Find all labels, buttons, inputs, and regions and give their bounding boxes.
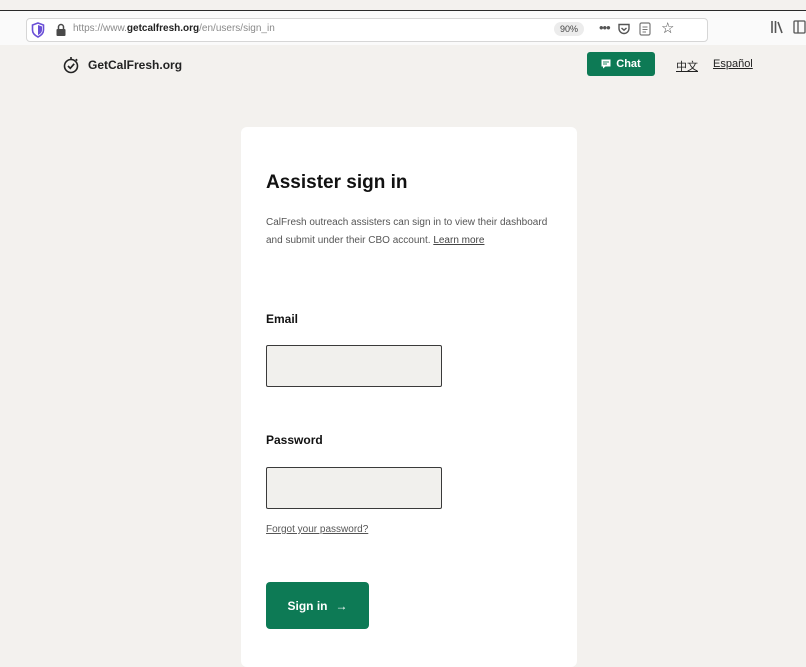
- sign-in-description: CalFresh outreach assisters can sign in …: [266, 214, 558, 250]
- site-logo[interactable]: GetCalFresh.org: [62, 56, 182, 74]
- chat-button[interactable]: Chat: [587, 52, 655, 76]
- sign-in-button-label: Sign in: [287, 598, 328, 613]
- learn-more-link[interactable]: Learn more: [433, 235, 484, 246]
- language-chinese-link[interactable]: 中文: [676, 58, 698, 74]
- stopwatch-check-icon: [63, 57, 79, 74]
- logo-text: GetCalFresh.org: [88, 58, 183, 72]
- chat-bubble-icon: [601, 59, 611, 69]
- email-field[interactable]: [266, 345, 442, 387]
- pocket-icon[interactable]: [617, 22, 631, 36]
- url-text[interactable]: https://www.getcalfresh.org/en/users/sig…: [73, 23, 275, 34]
- arrow-right-icon: →: [335, 598, 348, 613]
- page-actions-more-icon[interactable]: •••: [599, 20, 611, 35]
- password-label: Password: [266, 433, 323, 447]
- zoom-level-badge[interactable]: 90%: [554, 22, 585, 36]
- address-bar[interactable]: https://www.getcalfresh.org/en/users/sig…: [26, 18, 708, 42]
- chat-button-label: Chat: [616, 58, 641, 70]
- email-label: Email: [266, 312, 299, 326]
- bookmark-star-icon[interactable]: ☆: [661, 20, 674, 38]
- sidebar-toggle-icon[interactable]: [793, 20, 806, 34]
- tracking-protection-icon[interactable]: [31, 22, 45, 38]
- url-prefix: https://www.: [73, 23, 127, 34]
- page-title: Assister sign in: [266, 172, 408, 193]
- reader-view-icon[interactable]: [639, 22, 651, 36]
- forgot-password-link[interactable]: Forgot your password?: [266, 524, 368, 535]
- language-spanish-link[interactable]: Español: [713, 58, 753, 70]
- sign-in-button[interactable]: Sign in →: [266, 582, 369, 629]
- sign-in-card: Assister sign in CalFresh outreach assis…: [241, 127, 577, 667]
- description-text: CalFresh outreach assisters can sign in …: [266, 217, 548, 246]
- password-field[interactable]: [266, 467, 442, 509]
- url-host: getcalfresh.org: [126, 23, 200, 34]
- url-path: /en/users/sign_in: [199, 23, 275, 34]
- lock-icon[interactable]: [55, 23, 67, 37]
- library-icon[interactable]: [770, 20, 784, 34]
